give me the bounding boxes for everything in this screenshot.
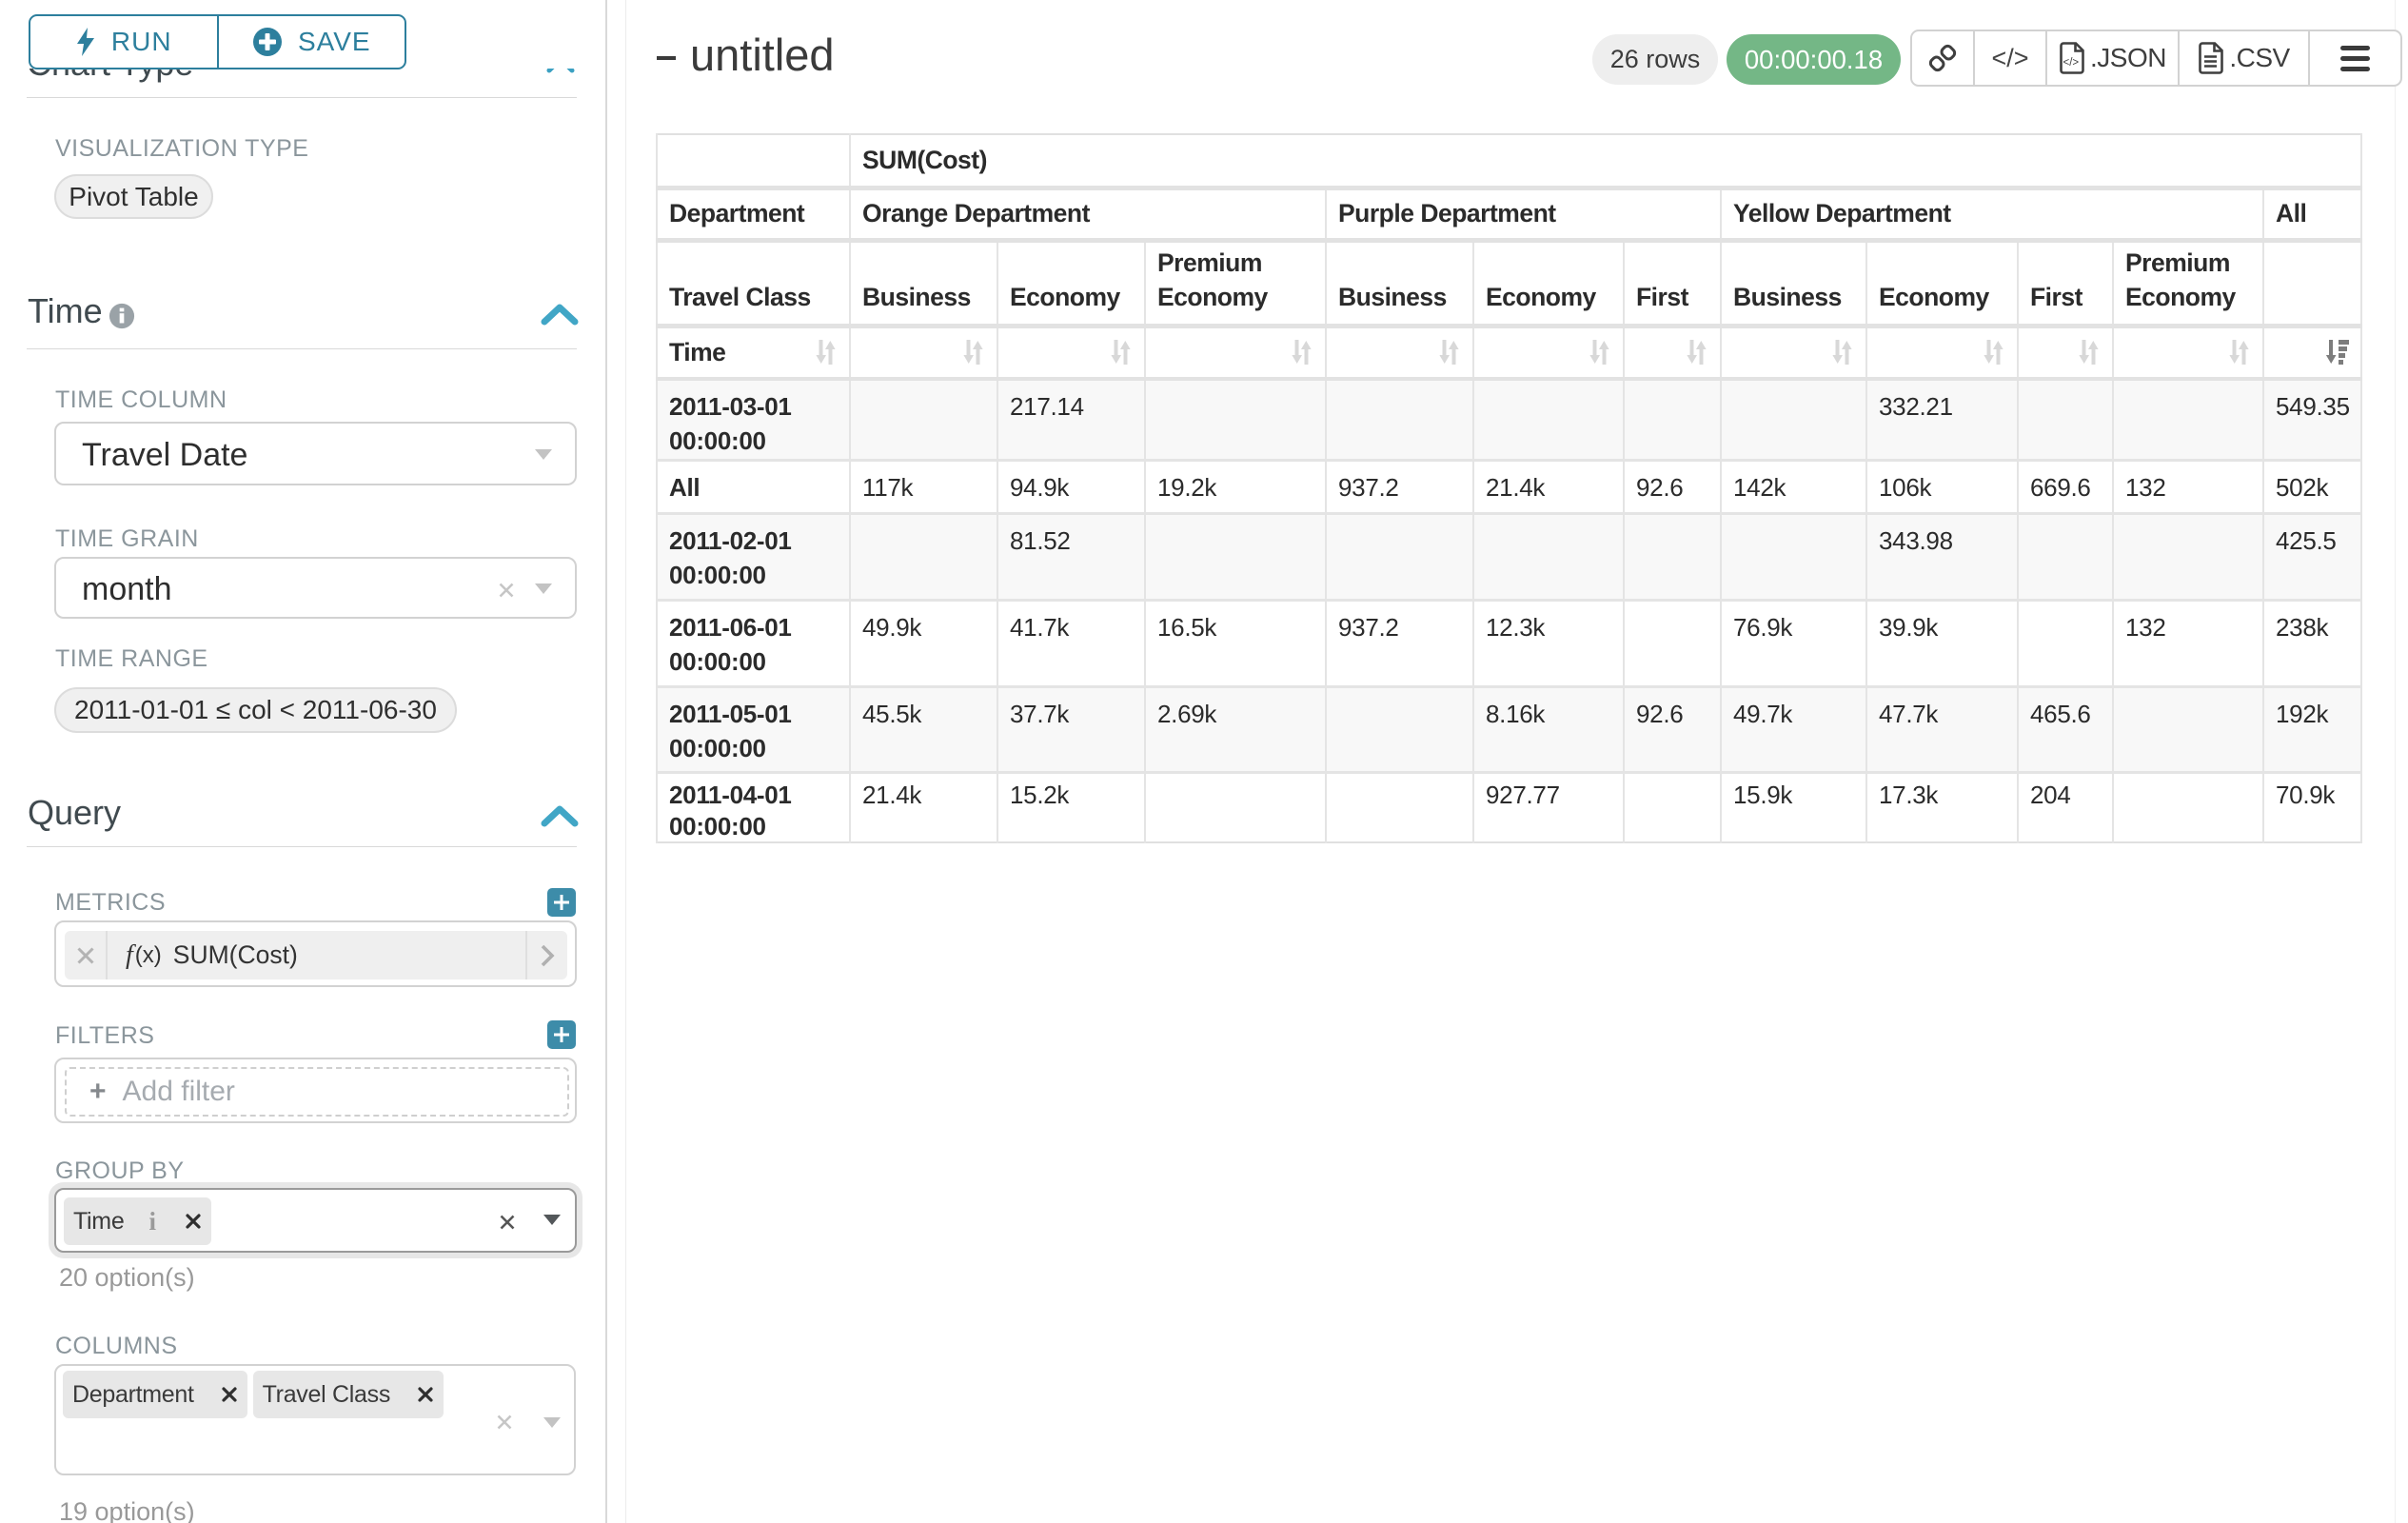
svg-text:</>: </> [2063, 57, 2080, 69]
